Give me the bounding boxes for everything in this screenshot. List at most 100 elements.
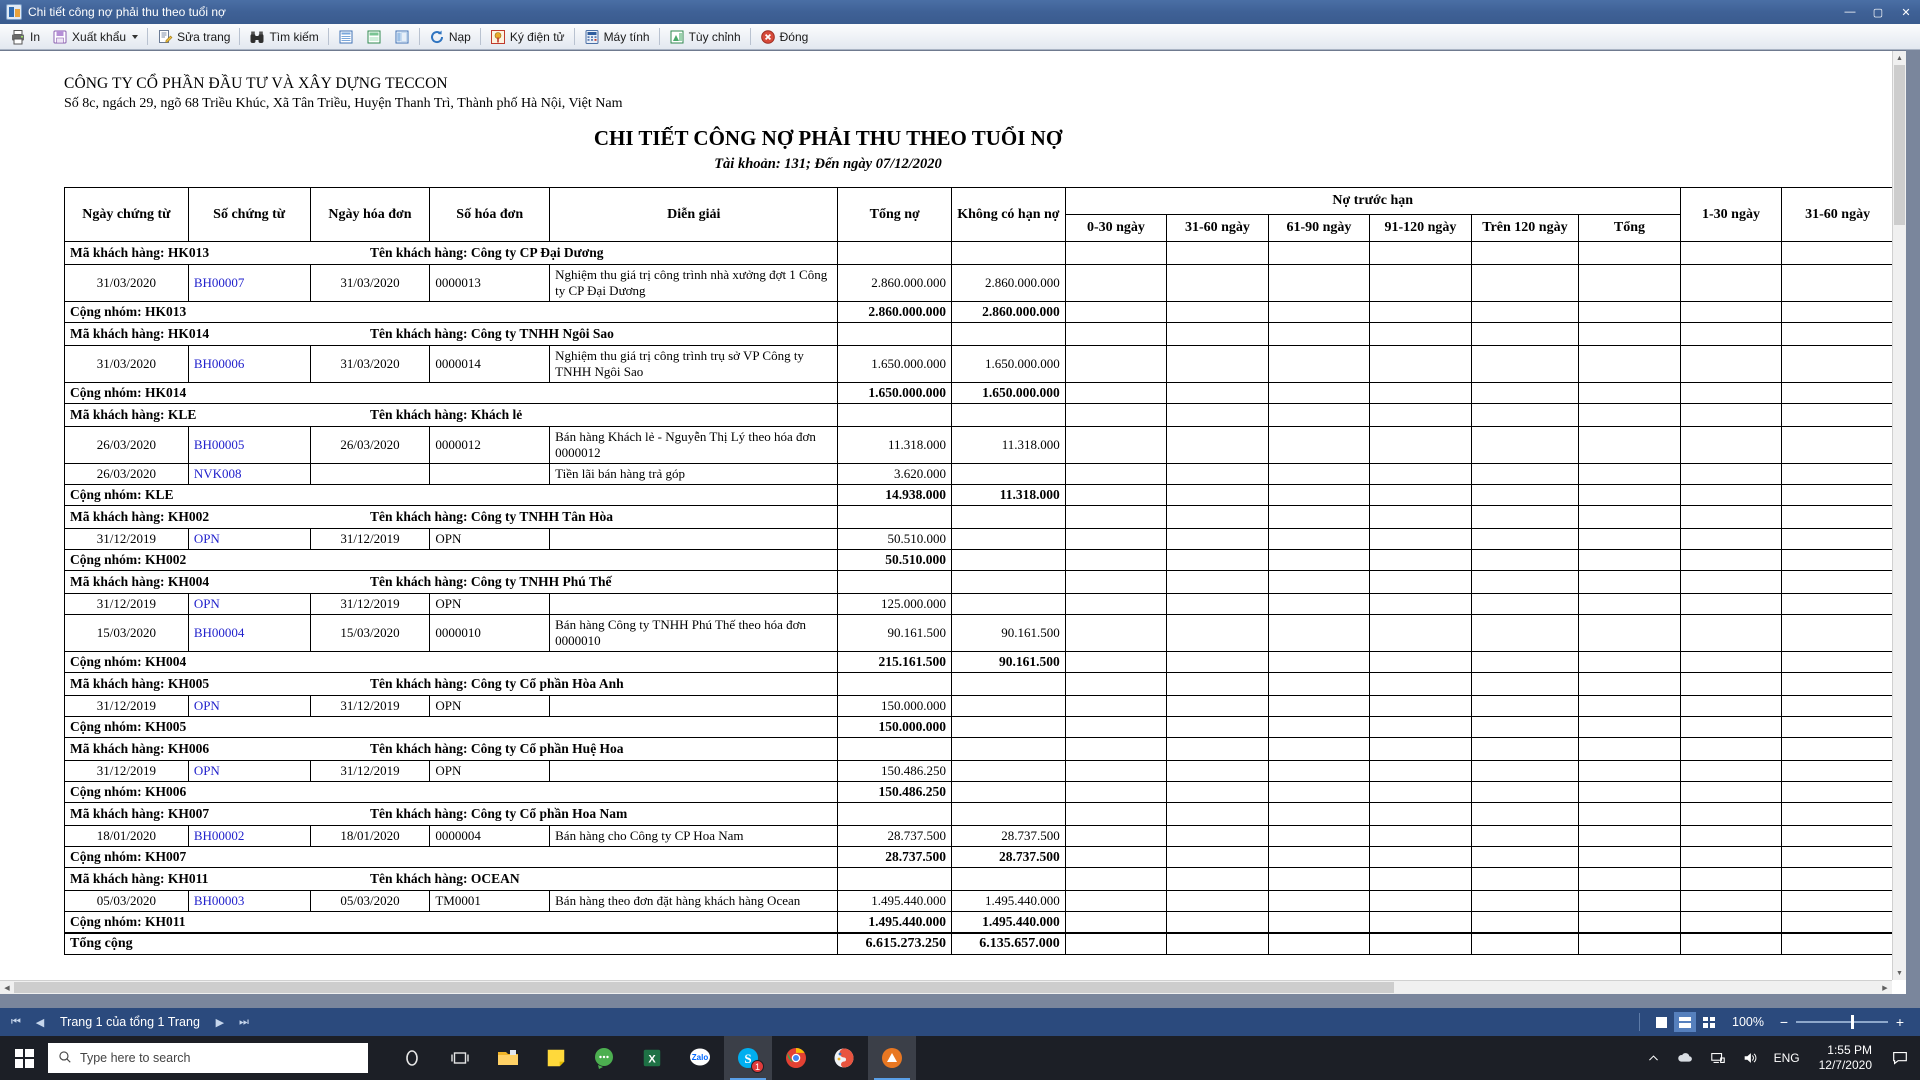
cortana-icon[interactable] [388,1036,436,1080]
th-doc-no: Số chứng từ [187,187,311,242]
volume-icon[interactable] [1739,1036,1761,1080]
group-subtotal-row: Cộng nhóm: HK014 1.650.000.000 1.650.000.0… [63,382,1894,404]
messenger-icon[interactable] [580,1036,628,1080]
cell-doc-no[interactable]: BH00004 [187,614,311,652]
printer-icon [10,29,26,45]
skype-icon[interactable]: S 1 [724,1036,772,1080]
zoom-slider-track[interactable] [1796,1015,1888,1029]
chevron-down-icon[interactable] [132,34,139,39]
clock[interactable]: 1:55 PM 12/7/2020 [1813,1043,1878,1073]
toolbar-separator [749,28,751,45]
cell-doc-no[interactable]: BH00003 [187,890,311,912]
table-cell-empty [1064,382,1168,404]
language-indicator[interactable]: ENG [1771,1036,1803,1080]
table-cell-empty [1781,760,1894,782]
refresh-button[interactable]: Nạp [423,26,477,48]
table-cell-empty [1578,322,1681,346]
table-cell-empty [1470,322,1580,346]
cell-description: Bán hàng theo đơn đặt hàng khách hàng Oc… [549,890,839,912]
zoom-slider-knob[interactable] [1851,1015,1854,1029]
cell-doc-no[interactable]: OPN [187,695,311,717]
maximize-button[interactable]: ▢ [1864,0,1892,24]
prev-page-button[interactable]: ◀ [28,1010,52,1034]
company-address: Số 8c, ngách 29, ngõ 68 Triều Khúc, Xã T… [64,96,623,111]
show-hidden-icons-button[interactable] [1644,1036,1663,1080]
search-button[interactable]: Tìm kiếm [243,26,324,48]
cell-doc-no[interactable]: OPN [187,593,311,615]
table-cell-empty [1679,570,1783,594]
edit-page-button[interactable]: Sửa trang [151,26,236,48]
vertical-scroll-thumb[interactable] [1894,65,1905,225]
cell-doc-no[interactable]: OPN [187,760,311,782]
view-single-page-button[interactable] [332,26,360,48]
task-view-icon[interactable] [436,1036,484,1080]
view-mode-continuous-button[interactable] [1674,1012,1697,1032]
taskbar-search-box[interactable]: Type here to search [48,1043,368,1073]
next-page-button[interactable]: ▶ [208,1010,232,1034]
horizontal-scroll-thumb[interactable] [14,982,1394,993]
company-name: CÔNG TY CỔ PHẦN ĐẦU TƯ VÀ XÂY DỰNG TECCO… [64,75,448,92]
view-mode-single-button[interactable] [1650,1012,1672,1032]
action-center-icon[interactable] [1888,1036,1912,1080]
digital-signature-button[interactable]: Ký điện tử [484,26,571,48]
customize-button[interactable]: Tùy chỉnh [663,26,747,48]
scroll-up-arrow[interactable]: ▲ [1893,51,1906,65]
view-continuous-button[interactable] [360,26,388,48]
scroll-left-arrow[interactable]: ◀ [0,981,14,994]
calculator-button[interactable]: Máy tính [578,26,656,48]
last-page-button[interactable]: ⏭ [232,1010,256,1034]
cell-doc-no[interactable]: NVK008 [187,463,311,485]
export-button[interactable]: Xuất khẩu [46,26,144,48]
table-cell-empty [1578,737,1681,761]
table-row: 31/03/2020 BH00007 31/03/2020 0000013 Nghiệm… [64,264,1894,302]
cell-doc-no[interactable]: BH00006 [187,345,311,383]
cell-doc-no[interactable]: BH00005 [187,426,311,464]
network-icon[interactable] [1707,1036,1729,1080]
accounting-app-icon[interactable] [868,1036,916,1080]
cell-doc-no[interactable]: BH00002 [187,825,311,847]
close-report-button[interactable]: Đóng [754,26,815,48]
export-label: Xuất khẩu [72,29,127,44]
paint-icon[interactable] [820,1036,868,1080]
zoom-out-button[interactable]: − [1778,1014,1790,1030]
table-cell-empty [1369,403,1472,427]
onedrive-icon[interactable] [1673,1036,1697,1080]
minimize-button[interactable]: — [1836,0,1864,24]
table-cell-empty [1679,781,1783,803]
zoom-slider[interactable]: − + [1778,1014,1906,1030]
cell-total-debt: 125.000.000 [837,593,953,615]
table-cell-empty [1578,695,1681,717]
table-cell-empty [1166,301,1269,323]
print-button[interactable]: In [4,26,46,48]
close-button[interactable]: ✕ [1892,0,1920,24]
first-page-button[interactable]: ⏮ [4,1010,28,1034]
file-explorer-icon[interactable] [484,1036,532,1080]
sticky-notes-icon[interactable] [532,1036,580,1080]
table-cell-empty [1166,781,1269,803]
table-cell-empty [1470,781,1580,803]
group-subtotal-row: Cộng nhóm: KH004 215.161.500 90.161.500 [63,651,1894,673]
scroll-right-arrow[interactable]: ▶ [1878,981,1892,994]
cell-doc-no[interactable]: OPN [187,528,311,550]
customer-group-header: Mã khách hàng: KH006 Tên khách hàng: Công… [63,737,1894,761]
view-facing-button[interactable] [388,26,416,48]
zalo-icon[interactable]: Zalo [676,1036,724,1080]
chrome-icon[interactable] [772,1036,820,1080]
table-cell-empty [1781,846,1894,868]
cell-doc-no[interactable]: BH00007 [187,264,311,302]
table-cell-empty [1578,760,1681,782]
table-cell-empty [951,672,1066,696]
table-cell-empty [1369,911,1472,934]
vertical-scrollbar[interactable]: ▲ ▼ [1892,51,1906,980]
table-cell-empty [1470,345,1580,383]
table-body: Mã khách hàng: HK013 Tên khách hàng: Công… [63,241,1894,955]
zoom-in-button[interactable]: + [1894,1014,1906,1030]
scroll-down-arrow[interactable]: ▼ [1893,966,1906,980]
table-cell-empty [1781,549,1894,571]
close-report-label: Đóng [779,29,809,44]
view-mode-grid-button[interactable] [1698,1012,1720,1032]
table-cell-empty [951,403,1066,427]
excel-icon[interactable]: X [628,1036,676,1080]
horizontal-scrollbar[interactable]: ◀ ▶ [0,980,1892,994]
start-button[interactable] [0,1036,48,1080]
